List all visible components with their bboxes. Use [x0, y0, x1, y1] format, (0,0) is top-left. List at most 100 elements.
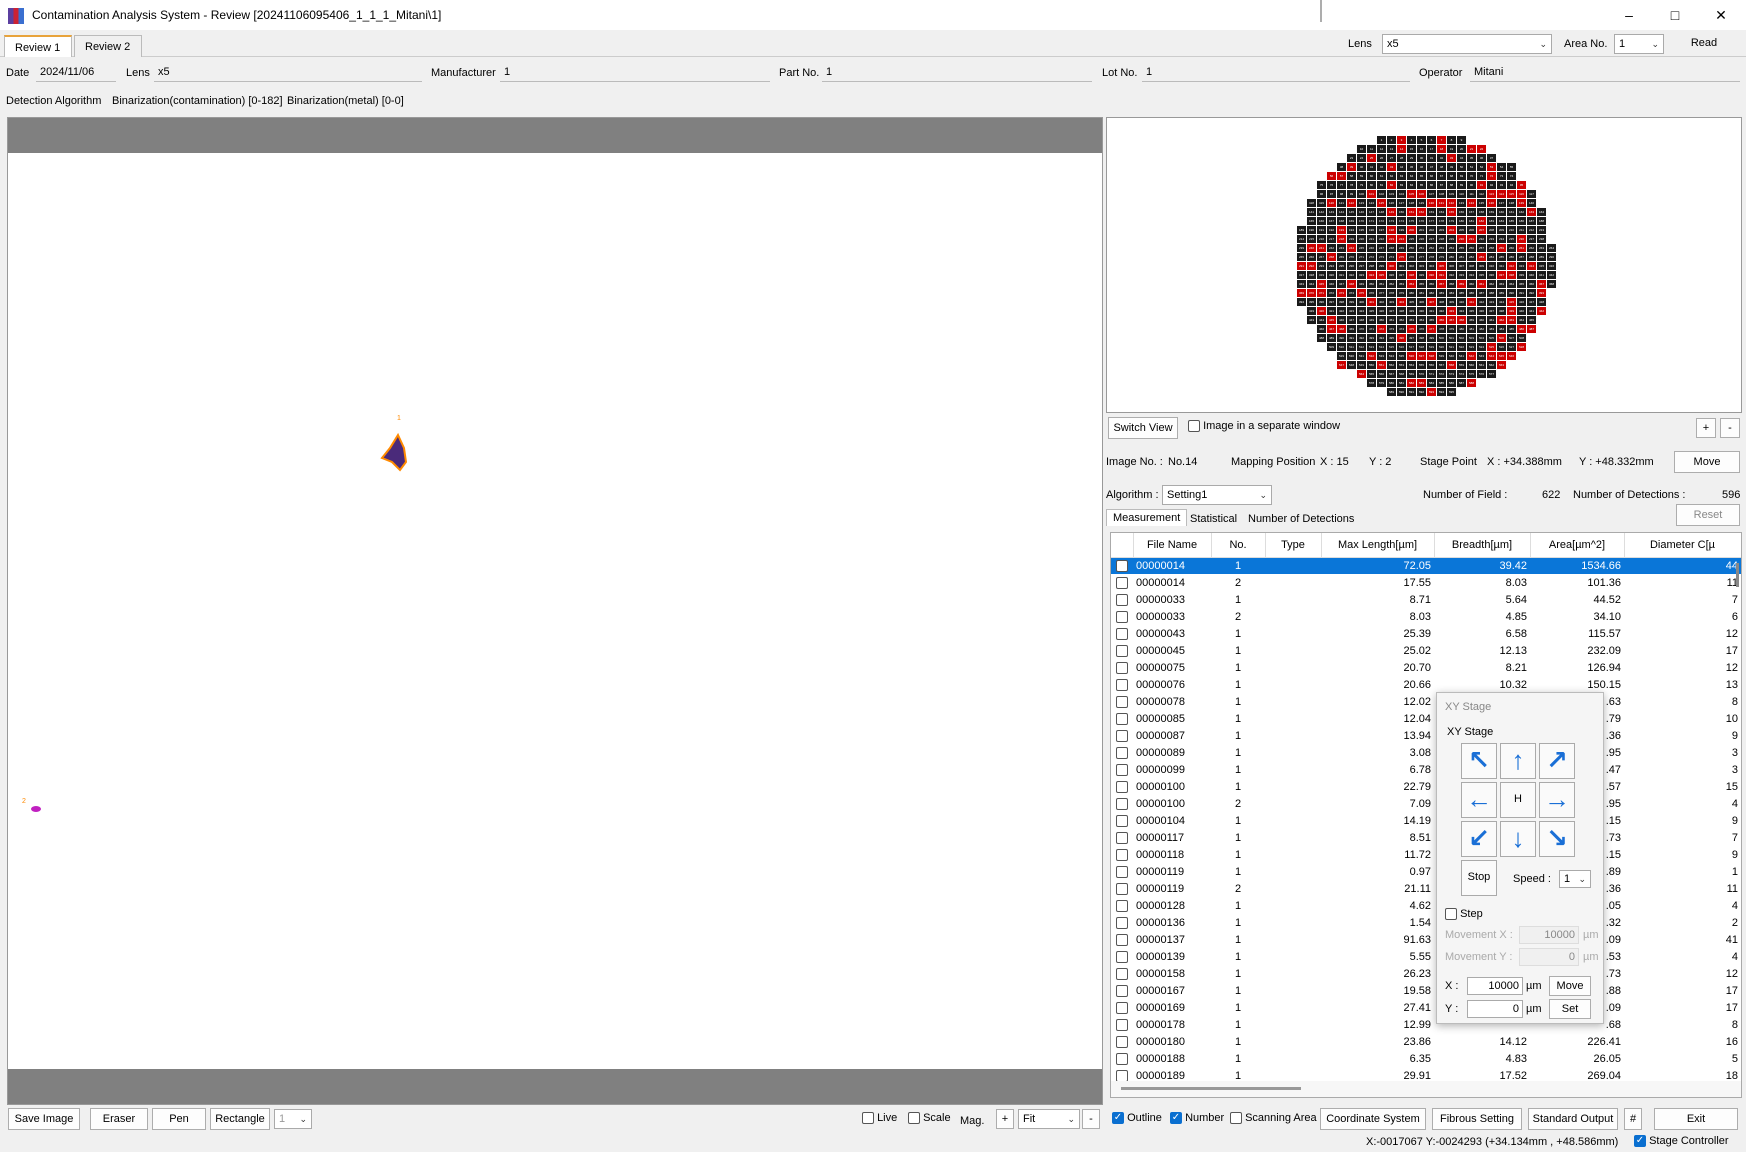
map-cell[interactable]: 272 — [1367, 253, 1376, 261]
map-cell[interactable]: 172 — [1377, 217, 1386, 225]
map-cell[interactable]: 219 — [1347, 235, 1356, 243]
map-cell[interactable]: 354 — [1407, 280, 1416, 288]
mag-minus-button[interactable]: - — [1082, 1109, 1100, 1129]
map-cell[interactable]: 209 — [1497, 226, 1506, 234]
map-cell[interactable]: 254 — [1447, 244, 1456, 252]
map-cell[interactable]: 93 — [1497, 181, 1506, 189]
map-cell[interactable]: 74 — [1507, 172, 1516, 180]
map-cell[interactable]: 197 — [1377, 226, 1386, 234]
arrow-up-icon[interactable]: ↑ — [1500, 743, 1536, 779]
map-cell[interactable]: 337 — [1497, 271, 1506, 279]
map-cell[interactable]: 315 — [1537, 262, 1546, 270]
map-cell[interactable]: 42 — [1377, 163, 1386, 171]
map-cell[interactable]: 70 — [1467, 172, 1476, 180]
table-row[interactable]: 00000118 1 11.72.15 9 — [1111, 846, 1741, 863]
map-cell[interactable]: 483 — [1487, 325, 1496, 333]
map-cell[interactable]: 75 — [1317, 181, 1326, 189]
map-cell[interactable]: 321 — [1337, 271, 1346, 279]
map-cell[interactable]: 583 — [1417, 379, 1426, 387]
map-cell[interactable]: 247 — [1377, 244, 1386, 252]
map-cell[interactable]: 104 — [1397, 190, 1406, 198]
map-cell[interactable]: 502 — [1457, 334, 1466, 342]
table-row[interactable]: 00000099 1 6.78.47 3 — [1111, 761, 1741, 778]
header-breadth[interactable]: Breadth[µm] — [1434, 533, 1531, 558]
map-cell[interactable]: 463 — [1507, 316, 1516, 324]
map-cell[interactable]: 213 — [1537, 226, 1546, 234]
map-cell[interactable]: 284 — [1487, 253, 1496, 261]
header-diameter[interactable]: Diameter C[µ — [1624, 533, 1741, 558]
map-cell[interactable]: 140 — [1527, 199, 1536, 207]
scale-checkbox[interactable]: Scale — [908, 1112, 951, 1125]
map-cell[interactable]: 467 — [1327, 325, 1336, 333]
map-cell[interactable]: 341 — [1537, 271, 1546, 279]
map-cell[interactable]: 493 — [1367, 334, 1376, 342]
map-cell[interactable]: 203 — [1437, 226, 1446, 234]
row-checkbox[interactable] — [1116, 610, 1128, 623]
map-cell[interactable]: 503 — [1467, 334, 1476, 342]
map-cell[interactable]: 400 — [1357, 298, 1366, 306]
map-cell[interactable]: 164 — [1537, 208, 1546, 216]
stage-controller-checkbox[interactable]: ✓ Stage Controller — [1634, 1135, 1729, 1148]
map-cell[interactable]: 469 — [1347, 325, 1356, 333]
map-cell[interactable]: 401 — [1367, 298, 1376, 306]
map-cell[interactable]: 461 — [1487, 316, 1496, 324]
map-cell[interactable]: 112 — [1477, 190, 1486, 198]
map-cell[interactable]: 35 — [1467, 154, 1476, 162]
map-cell[interactable]: 485 — [1507, 325, 1516, 333]
map-cell[interactable]: 444 — [1317, 316, 1326, 324]
map-cell[interactable]: 55 — [1507, 163, 1516, 171]
map-cell[interactable]: 308 — [1467, 262, 1476, 270]
map-cell[interactable]: 181 — [1467, 217, 1476, 225]
map-cell[interactable]: 425 — [1367, 307, 1376, 315]
map-cell[interactable]: 267 — [1317, 253, 1326, 261]
map-cell[interactable]: 260 — [1507, 244, 1516, 252]
map-cell[interactable]: 34 — [1457, 154, 1466, 162]
map-cell[interactable]: 66 — [1427, 172, 1436, 180]
map-cell[interactable]: 208 — [1487, 226, 1496, 234]
map-cell[interactable]: 550 — [1367, 361, 1376, 369]
map-cell[interactable]: 386 — [1467, 289, 1476, 297]
map-cell[interactable]: 532 — [1367, 352, 1376, 360]
map-cell[interactable]: 97 — [1327, 190, 1336, 198]
map-cell[interactable]: 134 — [1467, 199, 1476, 207]
row-checkbox[interactable] — [1116, 882, 1128, 895]
map-cell[interactable]: 148 — [1377, 208, 1386, 216]
map-cell[interactable]: 353 — [1397, 280, 1406, 288]
map-cell[interactable]: 2 — [1387, 136, 1396, 144]
map-cell[interactable]: 65 — [1417, 172, 1426, 180]
map-cell[interactable]: 466 — [1317, 325, 1326, 333]
map-cell[interactable]: 45 — [1407, 163, 1416, 171]
x-input[interactable]: 10000 — [1467, 977, 1523, 995]
map-cell[interactable]: 588 — [1467, 379, 1476, 387]
number-checkbox[interactable]: ✓ Number — [1170, 1112, 1224, 1125]
map-cell[interactable]: 570 — [1417, 370, 1426, 378]
map-cell[interactable]: 355 — [1417, 280, 1426, 288]
map-cell[interactable]: 328 — [1407, 271, 1416, 279]
map-cell[interactable]: 31 — [1427, 154, 1436, 162]
map-cell[interactable]: 232 — [1477, 235, 1486, 243]
map-cell[interactable]: 342 — [1547, 271, 1556, 279]
map-cell[interactable]: 445 — [1327, 316, 1336, 324]
map-cell[interactable]: 50 — [1457, 163, 1466, 171]
map-cell[interactable]: 253 — [1437, 244, 1446, 252]
map-cell[interactable]: 157 — [1467, 208, 1476, 216]
map-cell[interactable]: 182 — [1477, 217, 1486, 225]
table-row[interactable]: 00000078 1 12.02.63 8 — [1111, 693, 1741, 710]
map-cell[interactable]: 19 — [1447, 145, 1456, 153]
map-cell[interactable]: 36 — [1477, 154, 1486, 162]
table-row[interactable]: 00000136 1 1.54.32 2 — [1111, 914, 1741, 931]
row-checkbox[interactable] — [1116, 661, 1128, 674]
map-cell[interactable]: 199 — [1397, 226, 1406, 234]
map-cell[interactable]: 287 — [1517, 253, 1526, 261]
map-cell[interactable]: 335 — [1477, 271, 1486, 279]
wafer-map-grid[interactable]: 1 2 3 4 5 6 7 8 9 10 11 12 13 14 15 16 17 18 19 20 21 22 23 24 2… — [1107, 118, 1741, 412]
map-cell[interactable]: 214 — [1297, 235, 1306, 243]
map-cell[interactable]: 525 — [1487, 343, 1496, 351]
map-cell[interactable]: 271 — [1357, 253, 1366, 261]
map-cell[interactable]: 430 — [1417, 307, 1426, 315]
map-cell[interactable]: 60 — [1367, 172, 1376, 180]
map-cell[interactable]: 149 — [1387, 208, 1396, 216]
row-checkbox[interactable] — [1116, 1001, 1128, 1014]
map-cell[interactable]: 523 — [1467, 343, 1476, 351]
zoom-in-button[interactable]: + — [1696, 418, 1716, 438]
